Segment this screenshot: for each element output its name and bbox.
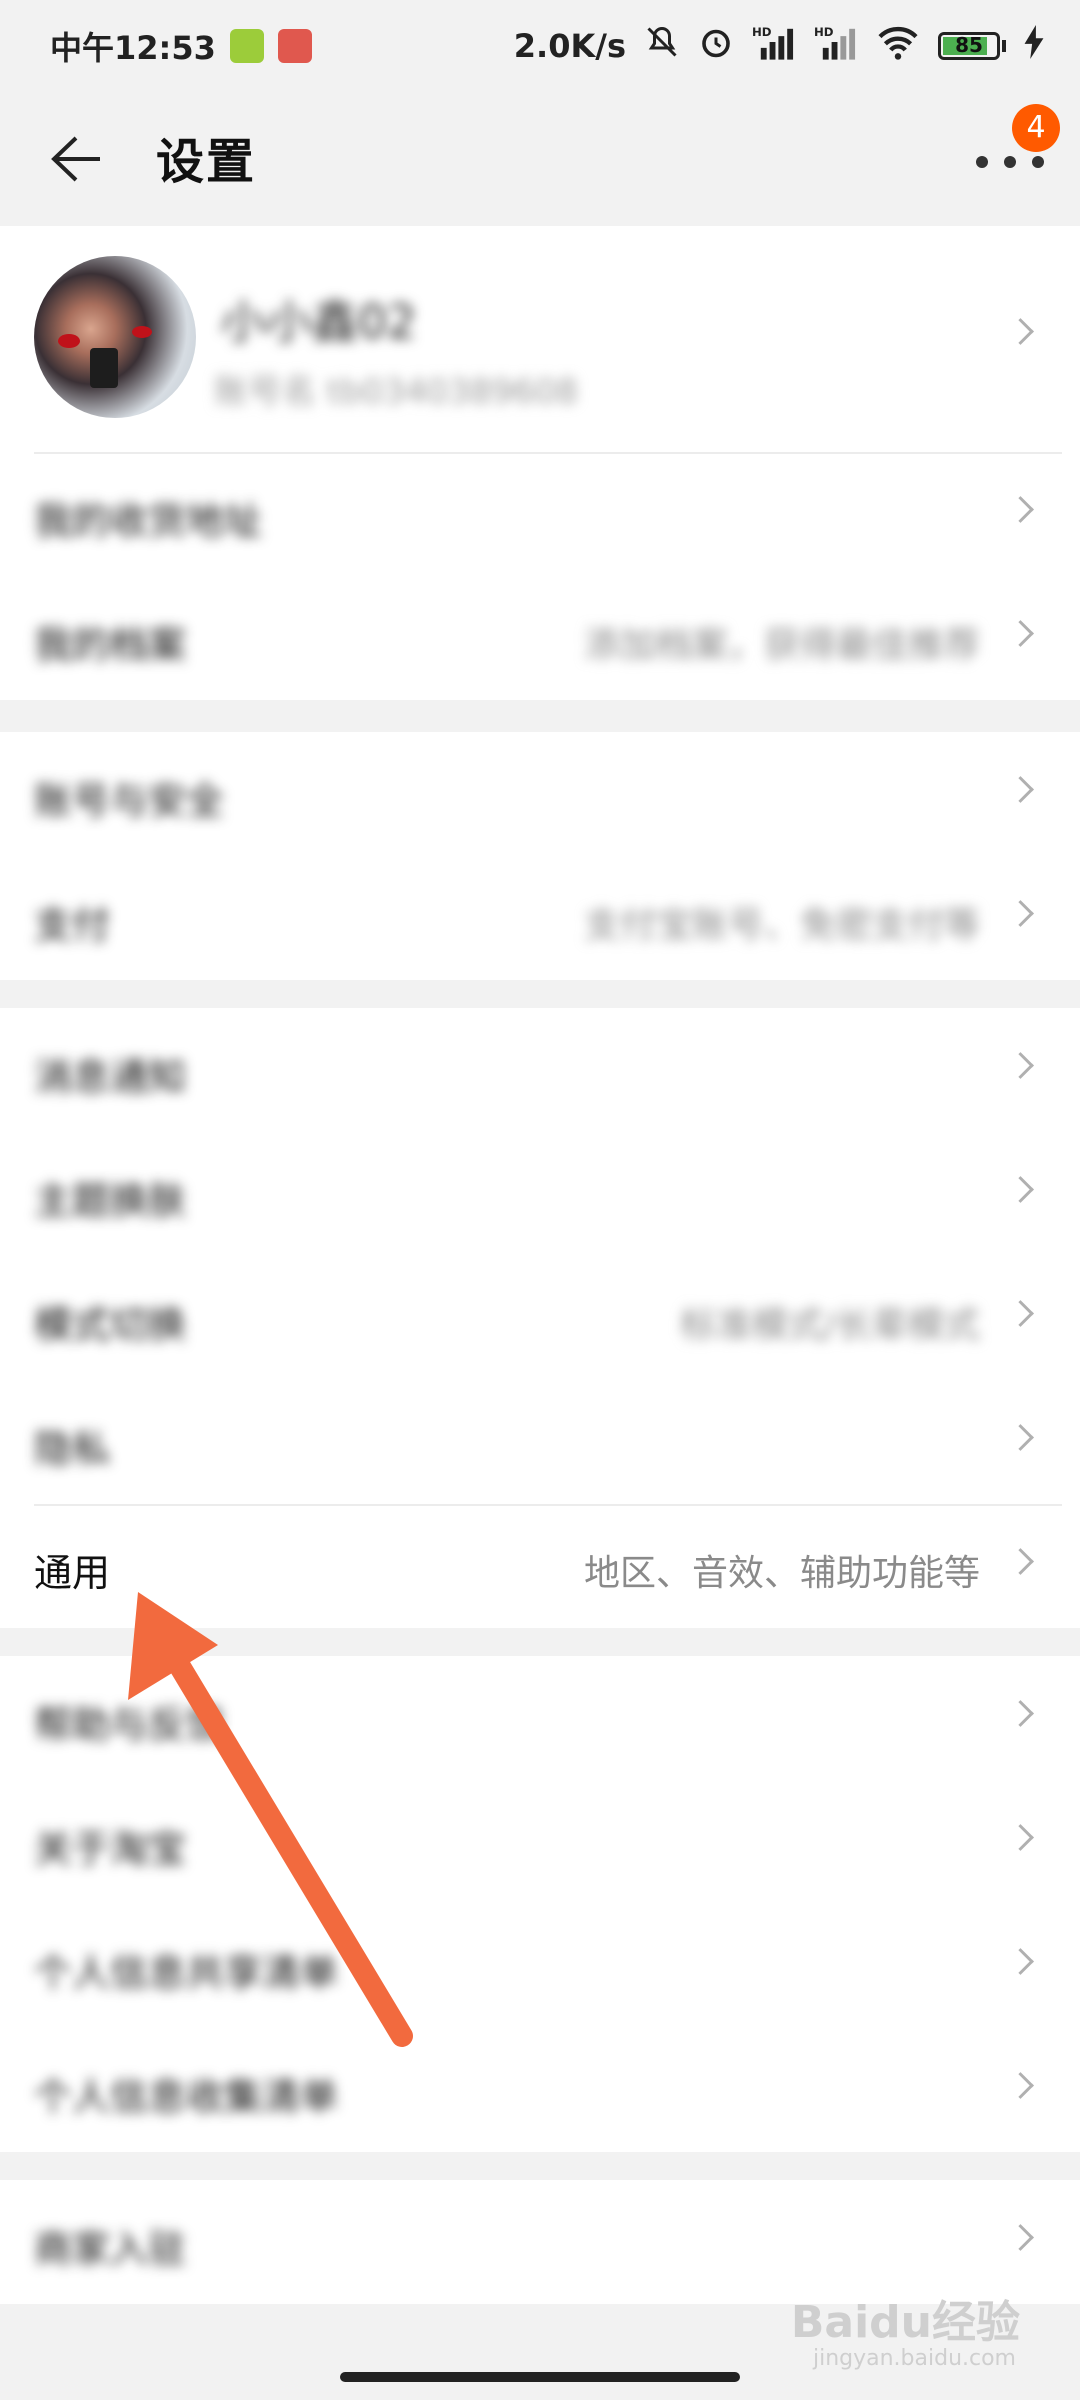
account-group: 账号与安全 支付 支付宝账号、免密支付等 — [0, 732, 1080, 980]
profile-group: 小小鑫02 账号名 tb0340389608 我的收货地址 我的档案 添加档案，… — [0, 226, 1080, 700]
settings-item-about[interactable]: 关于淘宝 — [0, 1780, 1080, 1904]
item-label: 个人信息共享清单 — [34, 1951, 339, 1995]
settings-item-theme[interactable]: 主题换肤 — [0, 1132, 1080, 1256]
preferences-group: 消息通知 主题换肤 模式切换 标准模式/长辈模式 隐私 通用 地区、音效、辅助功… — [0, 1008, 1080, 1628]
chevron-right-icon — [1007, 1424, 1034, 1451]
svg-text:HD: HD — [752, 25, 772, 39]
chevron-right-icon — [1007, 2224, 1034, 2251]
chevron-right-icon — [1007, 1548, 1034, 1575]
alarm-icon — [698, 24, 734, 68]
signal-icon-2: HD — [814, 24, 858, 68]
page-title: 设置 — [156, 134, 257, 190]
chevron-right-icon — [1007, 1176, 1034, 1203]
item-label: 个人信息收集清单 — [34, 2075, 339, 2119]
wifi-icon — [876, 24, 920, 68]
item-value: 地区、音效、辅助功能等 — [583, 1553, 980, 1594]
item-label: 我的档案 — [34, 623, 187, 667]
settings-item-payment[interactable]: 支付 支付宝账号、免密支付等 — [0, 856, 1080, 980]
item-label: 帮助与反馈 — [34, 1703, 225, 1747]
baidu-watermark-url: jingyan.baidu.com — [812, 2346, 1016, 2371]
mute-icon — [644, 24, 680, 68]
item-label: 模式切换 — [34, 1303, 187, 1347]
item-label: 消息通知 — [34, 1055, 187, 1099]
svg-text:HD: HD — [814, 25, 834, 39]
chevron-right-icon — [1007, 1948, 1034, 1975]
signal-icon-1: HD — [752, 24, 796, 68]
app-notification-icon — [229, 29, 264, 63]
item-label: 账号与安全 — [34, 779, 225, 823]
chevron-right-icon — [1007, 496, 1034, 523]
baidu-watermark: Baidu经验 — [790, 2297, 1020, 2348]
settings-item-account-security[interactable]: 账号与安全 — [0, 732, 1080, 856]
app-header: 设置 4 — [0, 92, 1080, 226]
about-group: 帮助与反馈 关于淘宝 个人信息共享清单 个人信息收集清单 — [0, 1656, 1080, 2152]
arrow-left-icon — [51, 136, 100, 182]
status-bar: 中午12:53 2.0K/s HD HD 85 — [0, 0, 1080, 92]
chevron-right-icon — [1007, 1824, 1034, 1851]
charging-icon — [1024, 25, 1044, 67]
battery-level: 85 — [955, 33, 983, 57]
chevron-right-icon — [1007, 318, 1034, 345]
item-label: 主题换肤 — [34, 1179, 187, 1223]
settings-item-profile-archive[interactable]: 我的档案 添加档案，获得最佳推荐 — [0, 576, 1080, 700]
chevron-right-icon — [1007, 1052, 1034, 1079]
item-value: 标准模式/长辈模式 — [679, 1305, 980, 1346]
item-label: 关于淘宝 — [34, 1827, 187, 1871]
settings-item-info-collection[interactable]: 个人信息收集清单 — [0, 2028, 1080, 2152]
notification-badge: 4 — [1012, 104, 1060, 152]
profile-name: 小小鑫02 — [220, 295, 417, 349]
chevron-right-icon — [1007, 2072, 1034, 2099]
app-notification-icon-2 — [277, 29, 312, 63]
chevron-right-icon — [1007, 620, 1034, 647]
gesture-bar[interactable] — [340, 2372, 740, 2382]
profile-account: 账号名 tb0340389608 — [214, 372, 579, 412]
network-speed: 2.0K/s — [513, 27, 626, 65]
profile-row[interactable]: 小小鑫02 账号名 tb0340389608 — [0, 226, 1080, 452]
settings-item-help[interactable]: 帮助与反馈 — [0, 1656, 1080, 1780]
chevron-right-icon — [1007, 1300, 1034, 1327]
item-value: 添加档案，获得最佳推荐 — [583, 625, 980, 666]
avatar — [34, 256, 196, 418]
back-button[interactable] — [48, 134, 104, 184]
item-label: 通用 — [34, 1551, 111, 1595]
item-label: 支付 — [34, 903, 111, 947]
settings-item-info-sharing[interactable]: 个人信息共享清单 — [0, 1904, 1080, 2028]
chevron-right-icon — [1007, 1700, 1034, 1727]
chevron-right-icon — [1007, 900, 1034, 927]
settings-item-privacy[interactable]: 隐私 — [0, 1380, 1080, 1504]
chevron-right-icon — [1007, 776, 1034, 803]
settings-item-general[interactable]: 通用 地区、音效、辅助功能等 — [0, 1504, 1080, 1628]
item-label: 隐私 — [34, 1427, 111, 1471]
item-value: 支付宝账号、免密支付等 — [583, 905, 980, 946]
item-label: 我的收货地址 — [34, 499, 263, 543]
item-label: 商家入驻 — [34, 2227, 187, 2271]
settings-item-notifications[interactable]: 消息通知 — [0, 1008, 1080, 1132]
settings-item-address[interactable]: 我的收货地址 — [0, 452, 1080, 576]
settings-item-mode[interactable]: 模式切换 标准模式/长辈模式 — [0, 1256, 1080, 1380]
battery-icon: 85 — [938, 32, 1006, 60]
status-time: 中午12:53 — [50, 29, 216, 67]
